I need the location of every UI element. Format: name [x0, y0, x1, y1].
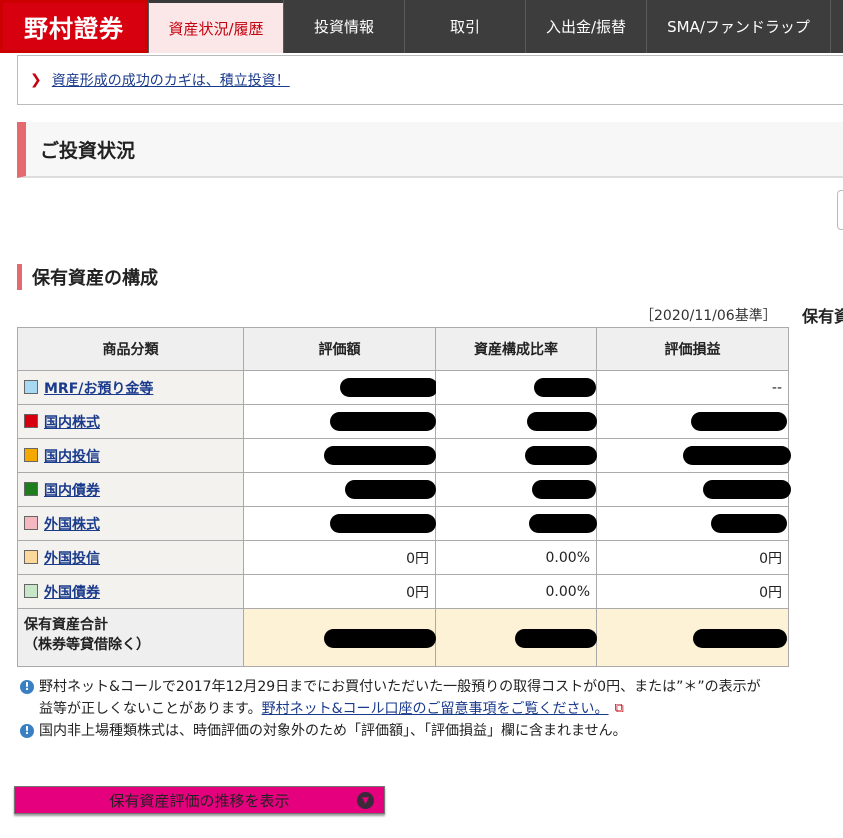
top-navigation: 野村證券 資産状況/履歴 投資情報 取引 入出金/振替 SMA/ファンドラップ: [0, 0, 843, 53]
value-cell: [243, 404, 436, 439]
tab-overflow[interactable]: [830, 0, 843, 53]
ratio-cell: 0.00%: [435, 540, 597, 575]
color-swatch: [24, 447, 38, 462]
redacted-value: [515, 629, 597, 648]
table-row: 外国株式: [17, 506, 789, 541]
total-row: 保有資産合計 （株券等貸借除く）: [17, 608, 789, 667]
scroll-control[interactable]: [837, 190, 843, 230]
chevron-down-icon: ▼: [357, 792, 374, 809]
holding-label: 保有資: [802, 307, 843, 326]
header-ratio: 資産構成比率: [435, 327, 597, 371]
tab-sma-fundwrap[interactable]: SMA/ファンドラップ: [646, 0, 830, 53]
tab-investment-info[interactable]: 投資情報: [283, 0, 404, 53]
header-value: 評価額: [243, 327, 436, 371]
ratio-cell: 0.00%: [435, 574, 597, 609]
notice-link[interactable]: 資産形成の成功のカギは、積立投資！: [52, 70, 290, 90]
color-swatch: [24, 379, 38, 394]
category-link[interactable]: 国内株式: [44, 415, 100, 431]
note-text: 国内非上場種類株式は、時価評価の対象外のため「評価額」、「評価損益」欄に含まれま…: [39, 723, 627, 739]
tab-asset-status[interactable]: 資産状況/履歴: [148, 0, 283, 53]
note-text: 益等が正しくないことがあります。: [39, 701, 262, 717]
nomura-logo[interactable]: 野村證券: [0, 0, 148, 53]
total-value-cell: [243, 608, 436, 667]
notice-banner: ❯ 資産形成の成功のカギは、積立投資！: [17, 55, 843, 105]
section-title: ご投資状況: [17, 122, 843, 178]
table-row: 国内株式: [17, 404, 789, 439]
base-date: ［2020/11/06基準］: [640, 308, 777, 324]
color-swatch: [24, 481, 38, 496]
value-cell: [243, 472, 436, 507]
redacted-value: [703, 480, 791, 499]
redacted-value: [525, 446, 597, 465]
pl-cell: [596, 404, 789, 439]
redacted-value: [532, 480, 596, 499]
redacted-value: [345, 480, 436, 499]
chevron-right-icon: ❯: [30, 72, 42, 88]
pl-cell: [596, 438, 791, 473]
category-link[interactable]: 外国債券: [44, 585, 100, 601]
tab-trade[interactable]: 取引: [404, 0, 525, 53]
pl-cell: [596, 472, 791, 507]
color-swatch: [24, 583, 38, 598]
table-row: 外国債券 0円 0.00% 0円: [17, 574, 789, 609]
value-cell: [243, 438, 436, 473]
redacted-value: [534, 378, 596, 397]
color-swatch: [24, 549, 38, 564]
redacted-value: [324, 629, 436, 648]
info-icon: !: [20, 724, 34, 738]
table-row: 国内投信: [17, 438, 791, 473]
color-swatch: [24, 413, 38, 428]
redacted-value: [529, 514, 597, 533]
category-link[interactable]: MRF/お預り金等: [44, 381, 153, 397]
external-link-icon[interactable]: ⧉: [615, 698, 624, 720]
info-icon: !: [20, 680, 34, 694]
color-swatch: [24, 515, 38, 530]
total-label: 保有資産合計 （株券等貸借除く）: [17, 608, 244, 667]
ratio-cell: [435, 472, 597, 507]
trend-button-label: 保有資産評価の推移を表示: [109, 791, 290, 810]
tab-deposit-transfer[interactable]: 入出金/振替: [525, 0, 646, 53]
notes: ! 野村ネット&コールで2017年12月29日までにお買付いただいた一般預りの取…: [20, 676, 843, 742]
pl-cell: --: [596, 370, 789, 405]
redacted-value: [324, 446, 436, 465]
value-cell: 0円: [243, 540, 436, 575]
table-row: 国内債券: [17, 472, 791, 507]
redacted-value: [683, 446, 791, 465]
asset-composition-table: 商品分類 評価額 資産構成比率 評価損益 MRF/お預り金等 -- 国内株式 国…: [17, 327, 791, 667]
value-cell: [243, 370, 438, 405]
category-link[interactable]: 外国投信: [44, 551, 100, 567]
ratio-cell: [435, 370, 597, 405]
redacted-value: [330, 412, 436, 431]
total-pl-cell: [596, 608, 789, 667]
note-text: 野村ネット&コールで2017年12月29日までにお買付いただいた一般預りの取得コ…: [39, 679, 761, 695]
value-cell: 0円: [243, 574, 436, 609]
subsection-title: 保有資産の構成: [17, 264, 158, 290]
category-link[interactable]: 国内投信: [44, 449, 100, 465]
ratio-cell: [435, 438, 597, 473]
show-asset-trend-button[interactable]: 保有資産評価の推移を表示 ▼: [14, 786, 385, 814]
ratio-cell: [435, 506, 597, 541]
category-link[interactable]: 国内債券: [44, 483, 100, 499]
cautions-link[interactable]: 野村ネット&コール口座のご留意事項をご覧ください。: [262, 698, 609, 720]
redacted-value: [691, 412, 787, 431]
header-category: 商品分類: [17, 327, 244, 371]
pl-cell: 0円: [596, 540, 789, 575]
redacted-value: [330, 514, 436, 533]
table-row: MRF/お預り金等 --: [17, 370, 789, 405]
ratio-cell: [435, 404, 597, 439]
value-cell: [243, 506, 436, 541]
redacted-value: [693, 629, 787, 648]
pl-cell: 0円: [596, 574, 789, 609]
total-ratio-cell: [435, 608, 597, 667]
pl-cell: [596, 506, 789, 541]
table-row: 外国投信 0円 0.00% 0円: [17, 540, 789, 575]
redacted-value: [711, 514, 787, 533]
redacted-value: [340, 378, 438, 397]
category-link[interactable]: 外国株式: [44, 517, 100, 533]
redacted-value: [527, 412, 597, 431]
header-pl: 評価損益: [596, 327, 789, 371]
